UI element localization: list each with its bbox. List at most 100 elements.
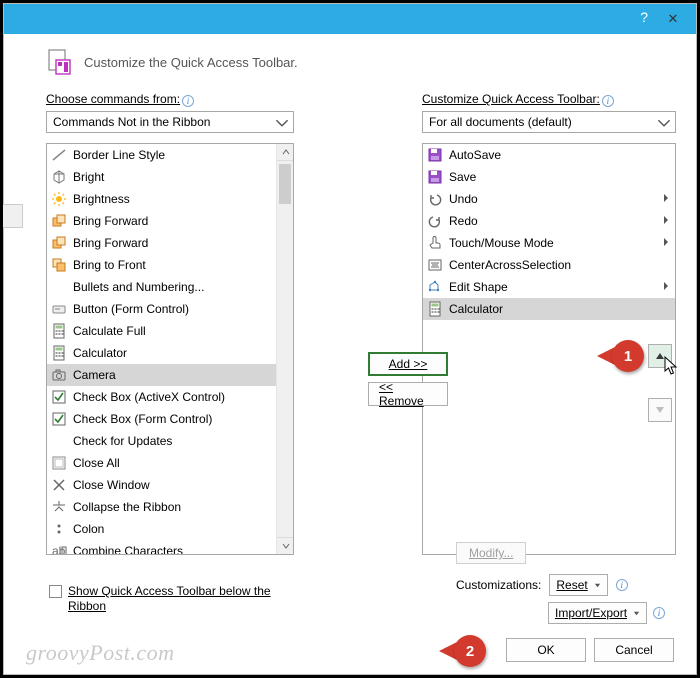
- list-item[interactable]: CenterAcrossSelection: [423, 254, 675, 276]
- list-item[interactable]: Calculate Full: [47, 320, 293, 342]
- remove-button[interactable]: << Remove: [368, 382, 448, 406]
- bring-forward-icon: [51, 213, 67, 229]
- list-item-label: Bring Forward: [73, 214, 289, 228]
- scroll-down[interactable]: [277, 537, 294, 554]
- undo-icon: [427, 191, 443, 207]
- submenu-arrow-icon: [661, 192, 671, 206]
- annotation-1: 1: [597, 340, 644, 372]
- ok-button[interactable]: OK: [506, 638, 586, 662]
- list-item[interactable]: Close Window: [47, 474, 293, 496]
- select-value: For all documents (default): [429, 115, 572, 129]
- list-item[interactable]: Bring Forward: [47, 210, 293, 232]
- list-item[interactable]: Undo: [423, 188, 675, 210]
- list-item[interactable]: Touch/Mouse Mode: [423, 232, 675, 254]
- bring-front-icon: [51, 257, 67, 273]
- list-item[interactable]: Bring to Front: [47, 254, 293, 276]
- list-item-label: Close All: [73, 456, 289, 470]
- modify-button: Modify...: [456, 542, 526, 564]
- customizations-label: Customizations:: [456, 578, 541, 592]
- checkbox[interactable]: [49, 585, 62, 598]
- list-item-label: AutoSave: [449, 148, 671, 162]
- chevron-down-icon: [657, 116, 671, 130]
- none-icon: [51, 433, 67, 449]
- info-icon[interactable]: i: [602, 95, 614, 107]
- redo-icon: [427, 213, 443, 229]
- touch-icon: [427, 235, 443, 251]
- info-icon[interactable]: i: [653, 607, 665, 619]
- info-icon[interactable]: i: [182, 95, 194, 107]
- list-item-label: Calculator: [73, 346, 289, 360]
- list-item[interactable]: Colon: [47, 518, 293, 540]
- choose-commands-select[interactable]: Commands Not in the Ribbon: [46, 111, 294, 133]
- chevron-down-icon: [594, 582, 601, 589]
- svg-text:ab: ab: [52, 544, 66, 555]
- collapse-icon: [51, 499, 67, 515]
- show-below-label: Show Quick Access Toolbar below the Ribb…: [68, 584, 309, 614]
- help-button[interactable]: ?: [640, 9, 648, 25]
- list-item-label: Check Box (ActiveX Control): [73, 390, 289, 404]
- list-item[interactable]: Collapse the Ribbon: [47, 496, 293, 518]
- list-item[interactable]: Camera: [47, 364, 293, 386]
- list-item[interactable]: Check for Updates: [47, 430, 293, 452]
- checkbox-icon: [51, 389, 67, 405]
- list-item[interactable]: Bullets and Numbering...: [47, 276, 293, 298]
- close-x-icon: [51, 477, 67, 493]
- list-item[interactable]: Bring Forward: [47, 232, 293, 254]
- list-item-label: CenterAcrossSelection: [449, 258, 671, 272]
- submenu-arrow-icon: [661, 236, 671, 250]
- list-item[interactable]: Edit Shape: [423, 276, 675, 298]
- list-item-label: Close Window: [73, 478, 289, 492]
- move-down-button[interactable]: [648, 398, 672, 422]
- show-below-ribbon[interactable]: Show Quick Access Toolbar below the Ribb…: [49, 584, 309, 614]
- sidebar-tab-stub[interactable]: [3, 204, 23, 228]
- list-item[interactable]: Calculator: [47, 342, 293, 364]
- list-item[interactable]: Save: [423, 166, 675, 188]
- list-item[interactable]: Brightness: [47, 188, 293, 210]
- list-item-label: Border Line Style: [73, 148, 273, 162]
- list-item-label: Bring Forward: [73, 236, 273, 250]
- list-item-label: Redo: [449, 214, 655, 228]
- calc-icon: [427, 301, 443, 317]
- customize-qat-select[interactable]: For all documents (default): [422, 111, 676, 133]
- list-item[interactable]: Calculator: [423, 298, 675, 320]
- list-item-label: Edit Shape: [449, 280, 655, 294]
- list-item[interactable]: Bright: [47, 166, 293, 188]
- cancel-button[interactable]: Cancel: [594, 638, 674, 662]
- scrollbar[interactable]: [276, 144, 293, 554]
- scroll-thumb[interactable]: [279, 164, 291, 204]
- list-item[interactable]: Redo: [423, 210, 675, 232]
- list-item-label: Save: [449, 170, 671, 184]
- checkbox-icon: [51, 411, 67, 427]
- list-item[interactable]: Button (Form Control): [47, 298, 293, 320]
- list-item-label: Bright: [73, 170, 289, 184]
- close-button[interactable]: ✕: [650, 4, 696, 34]
- info-icon[interactable]: i: [616, 579, 628, 591]
- list-item-label: Bullets and Numbering...: [73, 280, 289, 294]
- import-export-label: Import/Export: [555, 606, 627, 620]
- list-item[interactable]: abCombine Characters: [47, 540, 293, 555]
- list-item[interactable]: Border Line Style: [47, 144, 293, 166]
- calc-icon: [51, 323, 67, 339]
- dialog-heading: Customize the Quick Access Toolbar.: [46, 48, 676, 76]
- list-item[interactable]: Check Box (ActiveX Control): [47, 386, 293, 408]
- add-button[interactable]: Add >>: [368, 352, 448, 376]
- list-item-label: Collapse the Ribbon: [73, 500, 289, 514]
- list-item-label: Check Box (Form Control): [73, 412, 289, 426]
- line-icon: [51, 147, 67, 163]
- import-export-dropdown[interactable]: Import/Export: [548, 602, 647, 624]
- list-item-label: Calculator: [449, 302, 671, 316]
- reset-dropdown[interactable]: Reset: [549, 574, 607, 596]
- customize-qat-label: Customize Quick Access Toolbar:i: [422, 92, 676, 107]
- close-icon: [51, 455, 67, 471]
- list-item[interactable]: AutoSave: [423, 144, 675, 166]
- submenu-arrow-icon: [661, 214, 671, 228]
- save-purple-icon: [427, 169, 443, 185]
- none-icon: [51, 279, 67, 295]
- list-item[interactable]: Check Box (Form Control): [47, 408, 293, 430]
- edit-shape-icon: [427, 279, 443, 295]
- chevron-down-icon: [633, 610, 640, 617]
- scroll-up[interactable]: [277, 144, 294, 161]
- list-item[interactable]: Close All: [47, 452, 293, 474]
- commands-list[interactable]: Border Line Style Bright Brightness Bring F…: [46, 143, 294, 555]
- select-value: Commands Not in the Ribbon: [53, 115, 210, 129]
